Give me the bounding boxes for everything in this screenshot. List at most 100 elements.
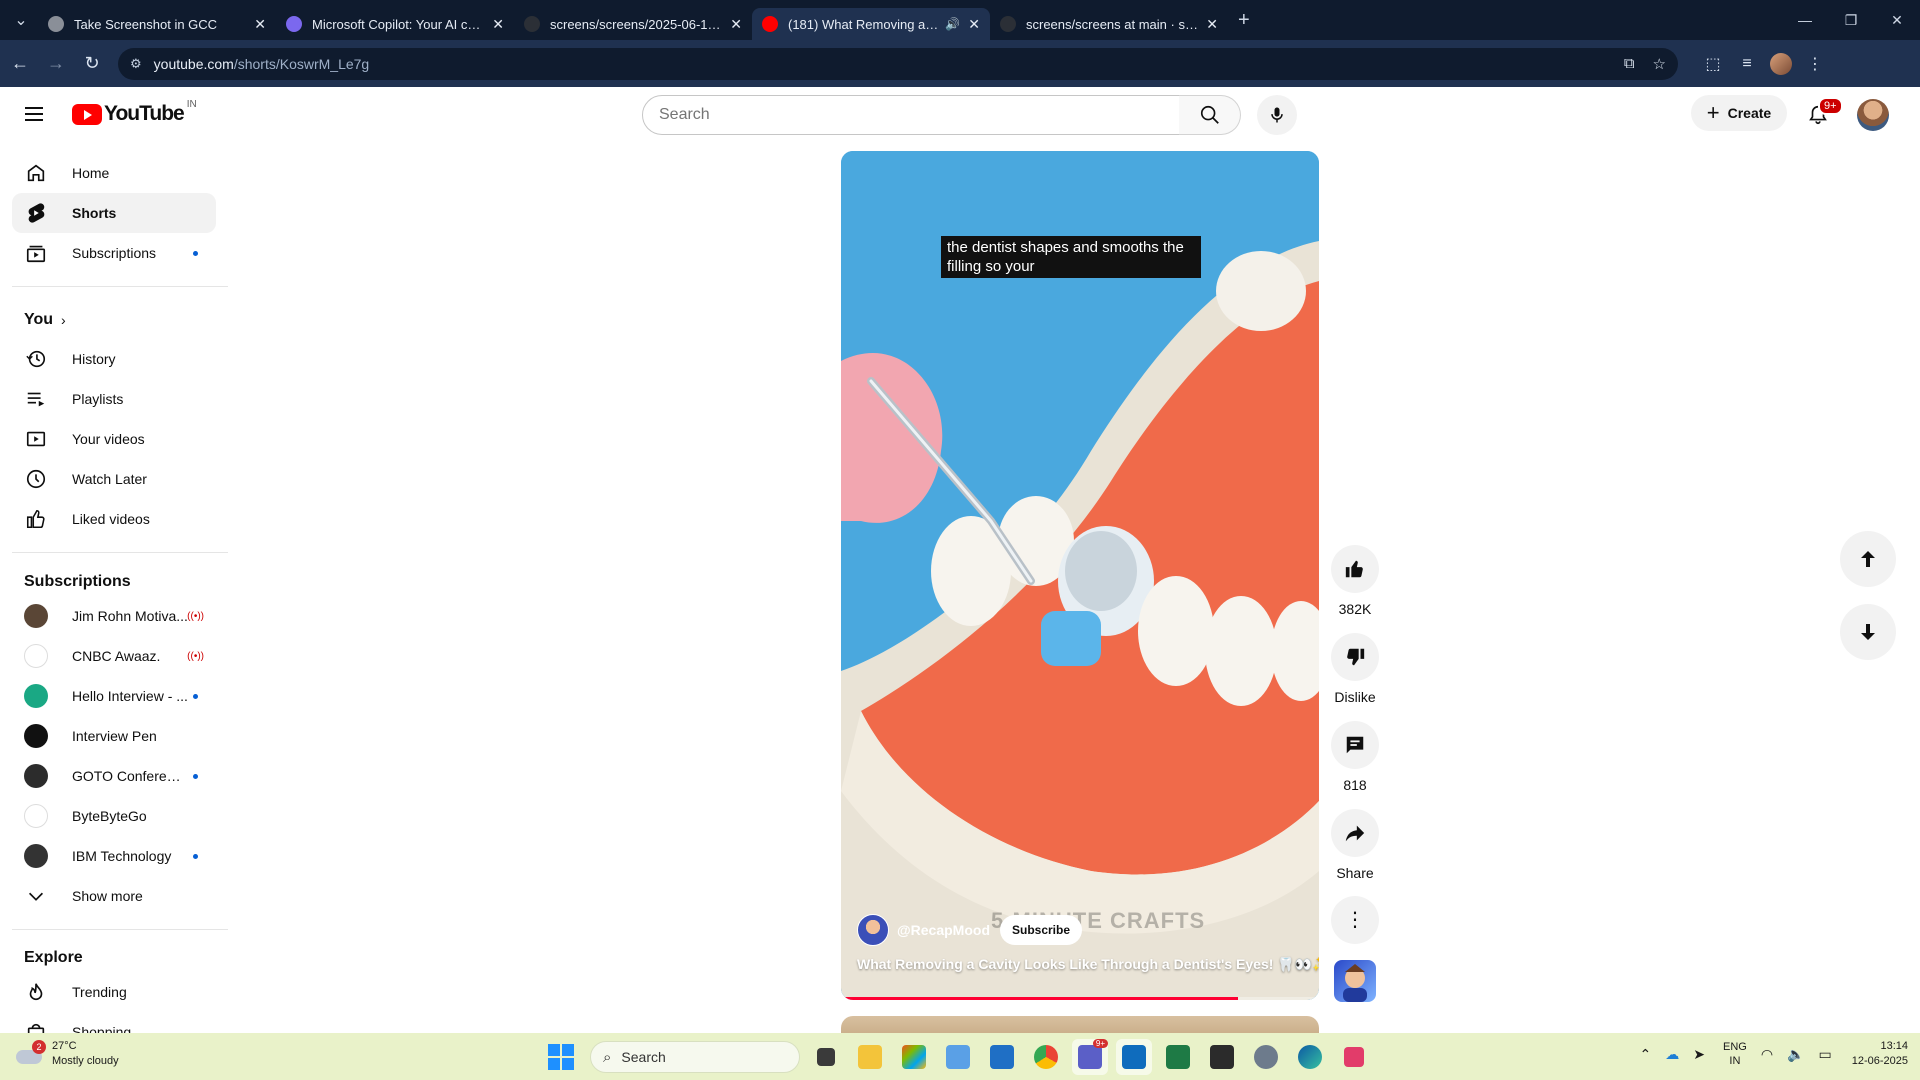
back-button[interactable]: ←	[4, 48, 36, 80]
channel-name: Interview Pen	[72, 728, 157, 744]
guide-menu-icon[interactable]	[22, 103, 46, 127]
remote-desktop-icon[interactable]	[984, 1039, 1020, 1075]
windows-taskbar: 2 27°C Mostly cloudy ⌕ Search 9+ ⌃ ☁ ➤ ENG…	[0, 1033, 1920, 1080]
subscription-channel[interactable]: Interview Pen	[12, 716, 216, 756]
tab-close-icon[interactable]: ✕	[1206, 16, 1218, 33]
like-button[interactable]	[1331, 545, 1379, 593]
sidebar-item-playlists[interactable]: Playlists	[12, 379, 216, 419]
snipping-tool-icon[interactable]	[1336, 1039, 1372, 1075]
minimize-icon[interactable]: —	[1782, 0, 1828, 40]
task-view-icon[interactable]	[808, 1039, 844, 1075]
subscription-channel[interactable]: IBM Technology	[12, 836, 216, 876]
clock[interactable]: 13:14 12-06-2025	[1852, 1039, 1908, 1069]
youtube-logo[interactable]: YouTube IN	[72, 99, 197, 126]
weather-widget[interactable]: 2 27°C Mostly cloudy	[16, 1039, 119, 1069]
settings-icon[interactable]	[1248, 1039, 1284, 1075]
profile-avatar[interactable]	[1764, 52, 1798, 75]
close-window-icon[interactable]: ✕	[1874, 0, 1920, 40]
create-label: Create	[1727, 105, 1772, 121]
wifi-icon[interactable]: ◠	[1761, 1046, 1773, 1063]
next-short-button[interactable]	[1840, 604, 1896, 660]
install-app-icon[interactable]: ⧉	[1624, 55, 1635, 72]
browser-tab[interactable]: Take Screenshot in GCC ✕	[38, 8, 276, 40]
new-content-dot	[193, 773, 198, 779]
location-icon[interactable]: ➤	[1693, 1046, 1705, 1063]
language-indicator[interactable]: ENG IN	[1723, 1040, 1747, 1068]
subscription-channel[interactable]: ByteByteGo	[12, 796, 216, 836]
tab-close-icon[interactable]: ✕	[254, 16, 266, 33]
account-avatar[interactable]	[1857, 99, 1889, 131]
subscription-channel[interactable]: CNBC Awaaz. ((•))	[12, 636, 216, 676]
onedrive-icon[interactable]: ☁	[1665, 1046, 1679, 1063]
browser-menu-icon[interactable]: ⋮	[1798, 54, 1832, 74]
tab-close-icon[interactable]: ✕	[968, 16, 980, 33]
site-info-icon[interactable]: ⚙	[130, 56, 142, 72]
browser-tab[interactable]: Microsoft Copilot: Your AI comp ✕	[276, 8, 514, 40]
browser-tab[interactable]: screens/screens at main · shubh ✕	[990, 8, 1228, 40]
channel-name: Hello Interview - ...	[72, 688, 188, 704]
microsoft-store-icon[interactable]	[896, 1039, 932, 1075]
more-options-button[interactable]: ⋮	[1331, 896, 1379, 944]
bookmark-star-icon[interactable]: ☆	[1653, 55, 1666, 73]
window-app-icon[interactable]	[940, 1039, 976, 1075]
sidebar-item-home[interactable]: Home	[12, 153, 216, 193]
search-button[interactable]	[1179, 95, 1241, 135]
channel-avatar[interactable]	[857, 914, 889, 946]
create-button[interactable]: + Create	[1691, 95, 1787, 131]
voice-search-button[interactable]	[1257, 95, 1297, 135]
subscription-channel[interactable]: GOTO Conferenc...	[12, 756, 216, 796]
browser-toolbar: ← → ↻ ⚙ youtube.com/shorts/KoswrM_Le7g ⧉…	[0, 40, 1920, 87]
media-control-icon[interactable]: ≡	[1730, 55, 1764, 73]
sidebar-item-subscriptions[interactable]: Subscriptions	[12, 233, 216, 273]
taskbar-search[interactable]: ⌕ Search	[590, 1041, 800, 1073]
extensions-icon[interactable]: ⬚	[1696, 54, 1730, 74]
sidebar-item-shopping[interactable]: Shopping	[12, 1012, 216, 1033]
subscribe-button[interactable]: Subscribe	[1000, 915, 1083, 945]
sound-thumbnail[interactable]	[1334, 960, 1376, 1002]
battery-icon[interactable]: ▭	[1818, 1046, 1831, 1063]
file-explorer-icon[interactable]	[852, 1039, 888, 1075]
you-section-heading[interactable]: You ›	[24, 311, 66, 329]
sidebar-item-your-videos[interactable]: Your videos	[12, 419, 216, 459]
chevron-right-icon: ›	[61, 312, 66, 328]
sidebar-item-trending[interactable]: Trending	[12, 972, 216, 1012]
address-bar[interactable]: ⚙ youtube.com/shorts/KoswrM_Le7g ⧉ ☆	[118, 47, 1678, 80]
teams-icon[interactable]: 9+	[1072, 1039, 1108, 1075]
sidebar-item-shorts[interactable]: Shorts	[12, 193, 216, 233]
outlook-icon[interactable]	[1116, 1039, 1152, 1075]
terminal-icon[interactable]	[1204, 1039, 1240, 1075]
video-progress-bar[interactable]	[841, 997, 1319, 1000]
subscription-channel[interactable]: Jim Rohn Motiva... ((•))	[12, 596, 216, 636]
tab-close-icon[interactable]: ✕	[730, 16, 742, 33]
channel-name: CNBC Awaaz.	[72, 648, 161, 664]
sidebar-item-history[interactable]: History	[12, 339, 216, 379]
windows-start-icon[interactable]	[548, 1044, 574, 1070]
browser-tab[interactable]: screens/screens/2025-06-12_0! ✕	[514, 8, 752, 40]
sidebar-item-liked-videos[interactable]: Liked videos	[12, 499, 216, 539]
notifications-button[interactable]: 9+	[1802, 97, 1843, 131]
restore-icon[interactable]: ❐	[1828, 0, 1874, 40]
forward-button[interactable]: →	[40, 48, 72, 80]
reload-button[interactable]: ↻	[76, 48, 108, 80]
channel-name[interactable]: @RecapMood	[897, 922, 990, 938]
subscription-channel[interactable]: Hello Interview - ...	[12, 676, 216, 716]
search-input[interactable]: Search	[642, 95, 1182, 135]
tab-search-menu-icon[interactable]: ⌄	[4, 5, 38, 35]
short-title[interactable]: What Removing a Cavity Looks Like Throug…	[857, 956, 1319, 973]
chrome-icon[interactable]	[1028, 1039, 1064, 1075]
volume-icon[interactable]: 🔈	[1787, 1046, 1804, 1063]
excel-icon[interactable]	[1160, 1039, 1196, 1075]
sidebar-item-watch-later[interactable]: Watch Later	[12, 459, 216, 499]
browser-tab[interactable]: (181) What Removing a Cav 🔊 ✕	[752, 8, 990, 40]
shorts-video-player[interactable]: the dentist shapes and smooths the filli…	[841, 151, 1319, 1000]
chevron-up-icon[interactable]: ⌃	[1640, 1046, 1652, 1063]
speaker-icon[interactable]: 🔊	[945, 17, 960, 31]
previous-short-button[interactable]	[1840, 531, 1896, 587]
dislike-button[interactable]	[1331, 633, 1379, 681]
show-more-button[interactable]: Show more	[12, 876, 216, 916]
tab-close-icon[interactable]: ✕	[492, 16, 504, 33]
share-button[interactable]	[1331, 809, 1379, 857]
comments-button[interactable]	[1331, 721, 1379, 769]
edge-icon[interactable]	[1292, 1039, 1328, 1075]
new-tab-button[interactable]: +	[1238, 9, 1250, 32]
